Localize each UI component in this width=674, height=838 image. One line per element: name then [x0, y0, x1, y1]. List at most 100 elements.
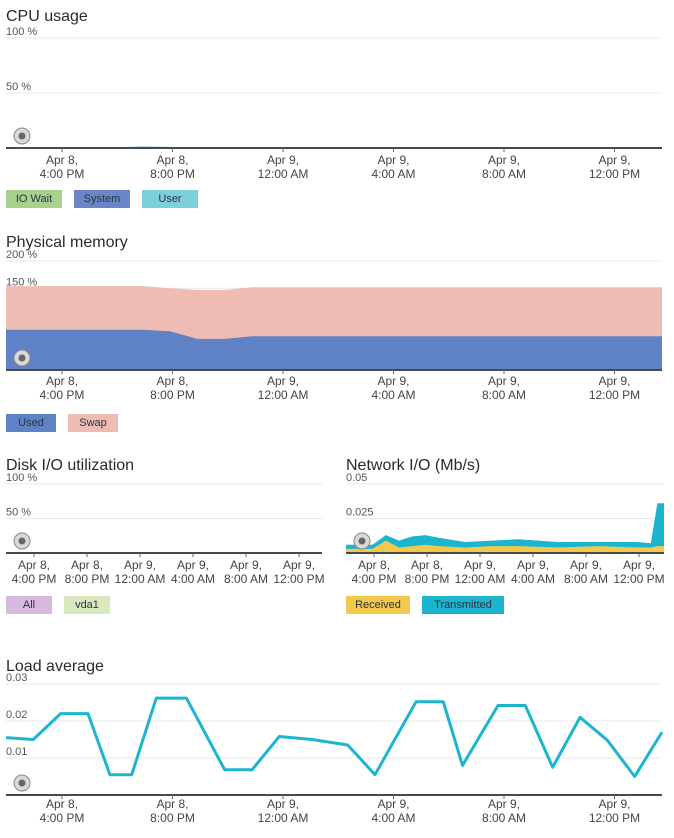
memory-legend: Used Swap — [6, 414, 118, 432]
load-average-panel: Load average 0.03 0.02 0.01 Apr 8, 4:00 PM Ap… — [5, 658, 668, 834]
x-tick-label: Apr 8, — [411, 558, 443, 572]
y-axis-label: 0.01 — [6, 746, 27, 758]
zoom-handle-inner — [358, 537, 366, 545]
legend-all[interactable]: All — [6, 596, 52, 614]
legend-vda1[interactable]: vda1 — [64, 596, 110, 614]
disk-io-panel: Disk I/O utilization 100 % 50 % Apr 8, 4:00… — [6, 457, 325, 617]
legend-user[interactable]: User — [142, 190, 198, 208]
x-tick-label: Apr 9, — [488, 153, 520, 167]
x-tick-label: Apr 8, — [18, 558, 50, 572]
x-tick-label: 4:00 PM — [12, 572, 57, 586]
zoom-handle-icon[interactable] — [13, 349, 31, 367]
y-axis-label: 0.03 — [6, 672, 27, 684]
cpu-usage-title: CPU usage — [6, 8, 88, 25]
x-tick-label: 8:00 AM — [564, 572, 608, 586]
x-tick-label: Apr 9, — [570, 558, 602, 572]
x-tick-label: 4:00 PM — [40, 167, 85, 181]
x-tick-label: Apr 9, — [267, 374, 299, 388]
x-tick-label: 12:00 AM — [115, 572, 166, 586]
x-tick-label: Apr 9, — [464, 558, 496, 572]
y-axis-label: 100 % — [6, 26, 37, 38]
y-axis-label: 200 % — [6, 249, 37, 261]
legend-swap[interactable]: Swap — [68, 414, 118, 432]
legend-system[interactable]: System — [74, 190, 130, 208]
x-tick-label: 8:00 PM — [65, 572, 110, 586]
x-tick-label: Apr 9, — [377, 797, 409, 811]
x-tick-label: Apr 8, — [71, 558, 103, 572]
x-tick-label: Apr 8, — [156, 374, 188, 388]
x-tick-label: 4:00 PM — [40, 388, 85, 402]
x-tick-label: 4:00 AM — [371, 811, 415, 825]
load-average-chart: 0.030.020.01Apr 8,4:00 PMApr 8,8:00 PMAp… — [5, 672, 664, 825]
x-tick-label: 4:00 AM — [371, 167, 415, 181]
x-tick-label: 4:00 AM — [371, 388, 415, 402]
x-tick-label: 8:00 PM — [150, 167, 195, 181]
x-tick-label: Apr 9, — [598, 153, 630, 167]
x-tick-label: 12:00 PM — [589, 167, 640, 181]
x-tick-label: 4:00 PM — [352, 572, 397, 586]
cpu-usage-chart: 100 %50 %Apr 8,4:00 PMApr 8,8:00 PMApr 9… — [6, 26, 662, 181]
x-tick-label: Apr 9, — [488, 797, 520, 811]
x-tick-label: 12:00 PM — [589, 811, 640, 825]
y-axis-label: 0.025 — [346, 507, 374, 519]
y-axis-label: 100 % — [6, 472, 37, 484]
x-tick-label: 4:00 PM — [40, 811, 85, 825]
zoom-handle-inner — [18, 537, 26, 545]
network-legend: Received Transmitted — [346, 596, 504, 614]
zoom-handle-inner — [18, 354, 26, 362]
x-tick-label: Apr 9, — [488, 374, 520, 388]
x-tick-label: 4:00 AM — [511, 572, 555, 586]
x-tick-label: Apr 9, — [267, 153, 299, 167]
x-tick-label: Apr 9, — [177, 558, 209, 572]
x-tick-label: Apr 9, — [283, 558, 315, 572]
x-tick-label: 8:00 AM — [482, 811, 526, 825]
legend-used[interactable]: Used — [6, 414, 56, 432]
zoom-handle-icon[interactable] — [13, 774, 31, 792]
x-tick-label: Apr 8, — [358, 558, 390, 572]
legend-io-wait[interactable]: IO Wait — [6, 190, 62, 208]
x-tick-label: 12:00 PM — [589, 388, 640, 402]
y-axis-label: 50 % — [6, 81, 31, 93]
x-tick-label: Apr 8, — [156, 153, 188, 167]
x-tick-label: Apr 9, — [623, 558, 655, 572]
x-tick-label: Apr 8, — [156, 797, 188, 811]
x-tick-label: 12:00 AM — [258, 167, 309, 181]
x-tick-label: Apr 8, — [46, 374, 78, 388]
x-tick-label: 12:00 PM — [613, 572, 664, 586]
x-tick-label: Apr 9, — [124, 558, 156, 572]
cpu-legend: IO Wait System User — [6, 190, 198, 208]
x-tick-label: 12:00 AM — [258, 811, 309, 825]
physical-memory-chart: 200 %150 %100 %50 %Apr 8,4:00 PMApr 8,8:… — [6, 249, 662, 402]
x-tick-label: Apr 9, — [267, 797, 299, 811]
series-line — [5, 696, 664, 778]
x-tick-label: 8:00 PM — [150, 811, 195, 825]
legend-transmitted[interactable]: Transmitted — [422, 596, 504, 614]
x-tick-label: 4:00 AM — [171, 572, 215, 586]
zoom-handle-icon[interactable] — [13, 127, 31, 145]
x-tick-label: 8:00 AM — [482, 388, 526, 402]
x-tick-label: 12:00 AM — [455, 572, 506, 586]
network-io-panel: Network I/O (Mb/s) 0.05 0.025 Apr 8, 4:00 P… — [346, 457, 668, 617]
zoom-handle-icon[interactable] — [353, 532, 371, 550]
x-tick-label: Apr 9, — [517, 558, 549, 572]
network-io-chart: 0.050.025Apr 8,4:00 PMApr 8,8:00 PMApr 9… — [346, 472, 665, 586]
x-tick-label: 8:00 PM — [405, 572, 450, 586]
x-tick-label: Apr 9, — [598, 797, 630, 811]
x-tick-label: 8:00 AM — [482, 167, 526, 181]
x-tick-label: 8:00 PM — [150, 388, 195, 402]
x-tick-label: Apr 8, — [46, 797, 78, 811]
disk-io-chart: 100 %50 %Apr 8,4:00 PMApr 8,8:00 PMApr 9… — [6, 472, 325, 586]
y-axis-label: 0.02 — [6, 709, 27, 721]
disk-legend: All vda1 — [6, 596, 110, 614]
physical-memory-panel: Physical memory 200 %150 %100 %50 %Apr 8… — [6, 234, 668, 434]
x-tick-label: Apr 9, — [598, 374, 630, 388]
zoom-handle-inner — [18, 779, 26, 787]
zoom-handle-icon[interactable] — [13, 532, 31, 550]
x-tick-label: Apr 9, — [377, 153, 409, 167]
x-tick-label: Apr 8, — [46, 153, 78, 167]
legend-received[interactable]: Received — [346, 596, 410, 614]
x-tick-label: Apr 9, — [377, 374, 409, 388]
cpu-usage-panel: CPU usage 100 % 50 % Apr 8, 4:00 PM Apr 8, 8:… — [6, 8, 668, 213]
y-axis-label: 0.05 — [346, 472, 367, 484]
y-axis-label: 50 % — [6, 507, 31, 519]
